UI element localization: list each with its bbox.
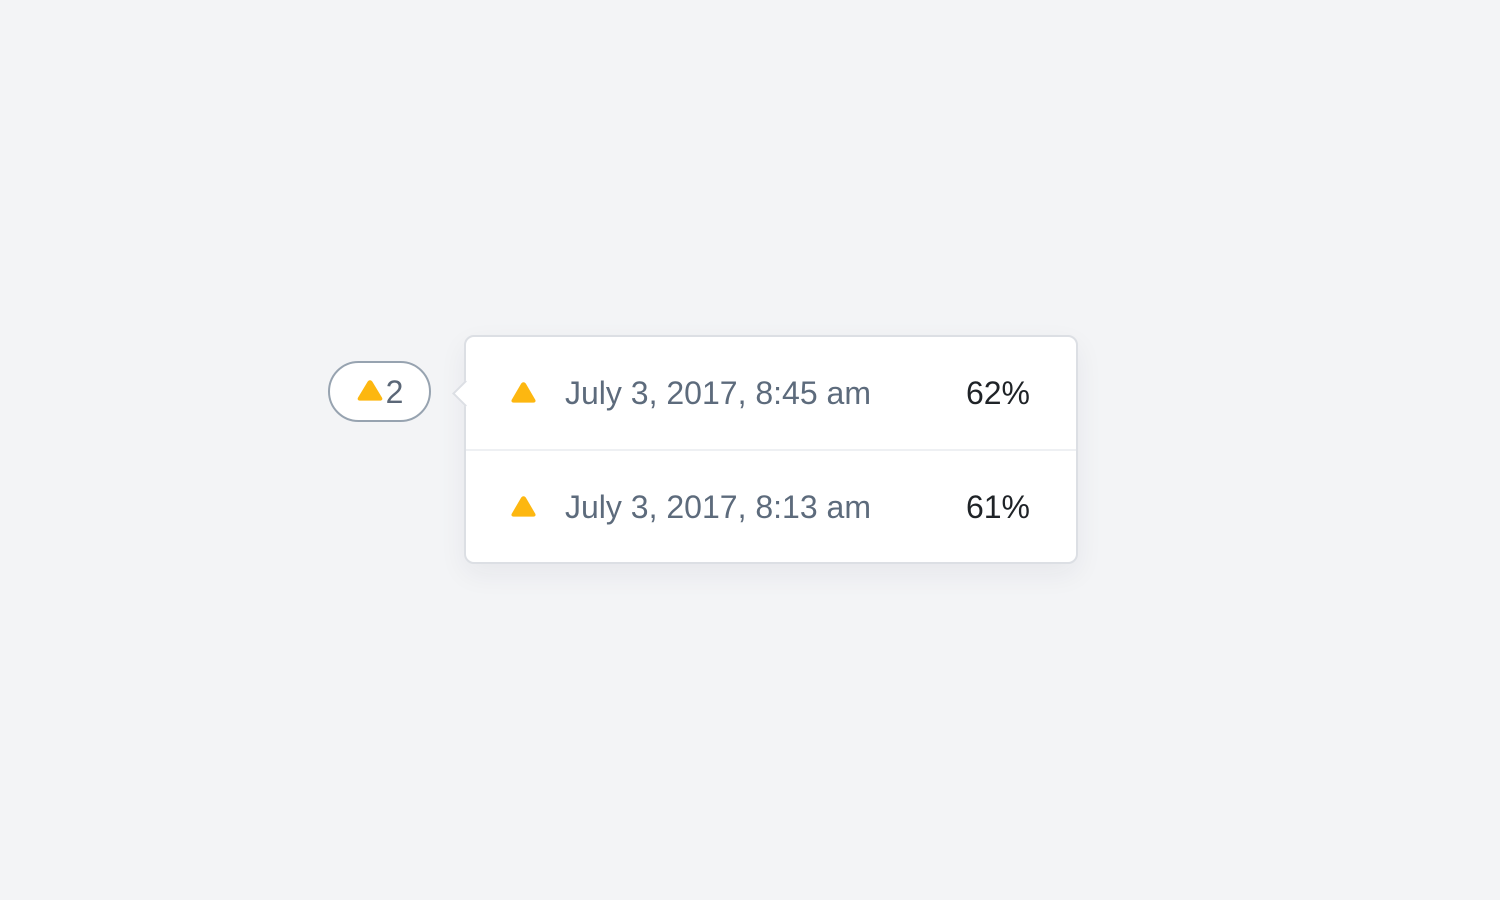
warning-value: 62% — [965, 374, 1030, 411]
warning-triangle-icon — [357, 380, 382, 401]
warning-timestamp: July 3, 2017, 8:13 am — [565, 488, 871, 525]
warning-triangle-icon — [511, 381, 536, 403]
warning-value: 61% — [965, 488, 1030, 525]
warning-list-item[interactable]: July 3, 2017, 8:13 am 61% — [466, 451, 1076, 563]
warning-triangle-icon — [511, 495, 536, 517]
warning-timestamp: July 3, 2017, 8:45 am — [565, 374, 871, 411]
warnings-popover: July 3, 2017, 8:45 am 62% July 3, 2017, … — [452, 335, 1078, 564]
warning-count-badge[interactable]: 2 — [328, 361, 431, 422]
warning-list-item[interactable]: July 3, 2017, 8:45 am 62% — [466, 337, 1076, 449]
page-background: { "colors": { "background": "#f3f4f6", "… — [0, 0, 1500, 900]
warning-count: 2 — [385, 373, 404, 410]
